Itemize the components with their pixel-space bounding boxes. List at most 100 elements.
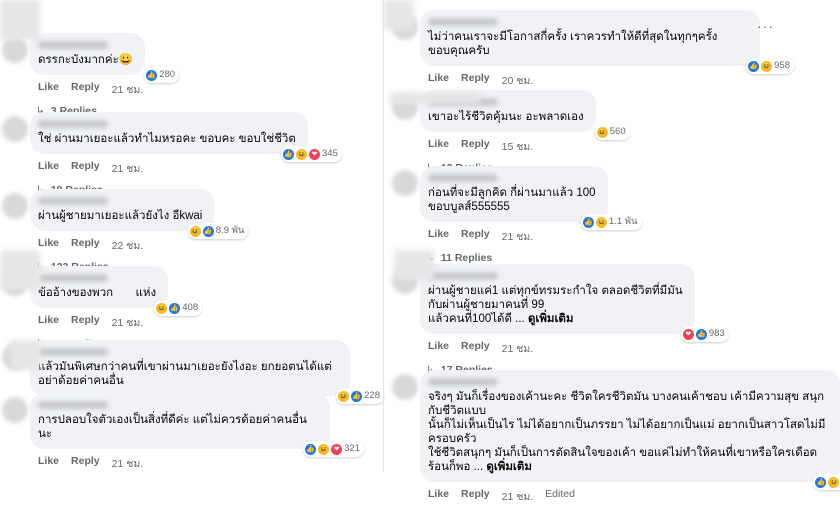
reaction-summary[interactable]: 👍😆1.5 พัน: [813, 474, 840, 490]
comment-bubble: ใช่ ผ่านมาเยอะแล้วทำไมหรอคะ ขอบคะ ขอบใช่…: [30, 112, 342, 162]
reaction-summary[interactable]: 👍 😆 1.1 พัน: [580, 214, 642, 230]
replies-count-label: 11 Replies: [440, 252, 493, 264]
comment-text: ผ่านผู้ชายมาเยอะแล้วยังไง อีkwai: [38, 210, 203, 222]
like-button[interactable]: Like: [38, 455, 59, 472]
commenter-name-blurred[interactable]: [38, 274, 108, 282]
comment-bubble: ดรรกะบังมากค่ะ😀 👍 280: [30, 33, 180, 83]
haha-reaction-icon: 😆: [338, 390, 350, 402]
like-button[interactable]: Like: [38, 314, 59, 331]
reaction-count: 408: [182, 302, 199, 313]
commenter-name-blurred[interactable]: [38, 197, 108, 205]
like-button[interactable]: Like: [428, 340, 449, 357]
haha-reaction-icon: 😆: [828, 476, 840, 488]
like-button[interactable]: Like: [38, 237, 59, 254]
comment-timestamp[interactable]: 20 ชม.: [502, 72, 534, 89]
reply-button[interactable]: Reply: [71, 455, 100, 472]
commenter-name-blurred[interactable]: [38, 348, 108, 356]
commenter-name-blurred[interactable]: [428, 272, 498, 280]
comment-text: ใช่ ผ่านมาเยอะแล้วทำไมหรอคะ ขอบคะ ขอบใช่…: [38, 133, 296, 145]
reaction-summary[interactable]: 👍 😆 ❤ 345: [281, 146, 342, 162]
comment-text: ไม่ว่าคนเราจะมีโอกาสกี่ครั้ง เราควรทำให้…: [428, 31, 721, 57]
comment: จริงๆ มันก็เรื่องของเค้านะคะ ชีวิตใครชีว…: [392, 370, 840, 505]
comment-timestamp[interactable]: 21 ชม.: [112, 160, 144, 177]
reaction-summary[interactable]: ❤ 👍 983: [680, 326, 729, 342]
commenter-avatar[interactable]: [2, 397, 28, 423]
reply-button[interactable]: Reply: [71, 237, 100, 254]
haha-reaction-icon: 😆: [761, 60, 773, 72]
comment-actions: Like Reply 15 ชม.: [420, 138, 760, 155]
reaction-summary[interactable]: 😆 👍 8.9 พัน: [187, 223, 249, 239]
reaction-count: 8.9 พัน: [215, 225, 245, 236]
comment-timestamp[interactable]: 21 ชม.: [112, 81, 144, 98]
reaction-summary[interactable]: 😆 👍 408: [154, 300, 203, 316]
comment-actions: Like Reply 21 ชม.: [420, 340, 760, 357]
reaction-summary[interactable]: 😆 560: [594, 124, 630, 140]
love-reaction-icon: ❤: [682, 328, 694, 340]
like-button[interactable]: Like: [428, 488, 449, 505]
like-reaction-icon: 👍: [305, 443, 317, 455]
love-reaction-icon: ❤: [331, 443, 343, 455]
like-button[interactable]: Like: [428, 228, 449, 245]
haha-reaction-icon: 😆: [189, 225, 201, 237]
comment-timestamp[interactable]: 21 ชม.: [112, 455, 144, 472]
commenter-name-blurred[interactable]: [38, 401, 108, 409]
comment-timestamp[interactable]: 21 ชม.: [112, 314, 144, 331]
comment-timestamp[interactable]: 22 ชม.: [112, 237, 144, 254]
reaction-summary[interactable]: 😆 👍 228: [336, 388, 384, 404]
reply-button[interactable]: Reply: [461, 138, 490, 155]
comment-text: เขาอะไร้ชีวิตคุ้มนะ อะพลาดเอง: [428, 111, 584, 123]
comment-actions: Like Reply 22 ชม.: [30, 237, 330, 254]
like-button[interactable]: Like: [38, 81, 59, 98]
comment: การปลอบใจตัวเองเป็นสิ่งที่ดีค่ะ แต่ไม่คว…: [2, 393, 364, 472]
comment-bubble: จริงๆ มันก็เรื่องของเค้านะคะ ชีวิตใครชีว…: [420, 370, 840, 490]
reaction-count: 958: [774, 60, 790, 71]
reaction-summary[interactable]: 👍 😆 958: [746, 58, 794, 74]
haha-reaction-icon: 😆: [596, 126, 608, 138]
commenter-avatar[interactable]: [2, 116, 28, 142]
reply-button[interactable]: Reply: [461, 340, 490, 357]
reply-button[interactable]: Reply: [71, 160, 100, 177]
comment-actions: Like Reply 20 ชม.: [420, 72, 760, 89]
comment: ใช่ ผ่านมาเยอะแล้วทำไมหรอคะ ขอบคะ ขอบใช่…: [2, 112, 342, 196]
like-reaction-icon: 👍: [169, 302, 181, 314]
comment-actions: Like Reply 21 ชม.: [420, 228, 760, 245]
view-replies-link[interactable]: ↳11 Replies: [420, 252, 760, 264]
commenter-avatar[interactable]: [392, 170, 418, 196]
commenter-avatar[interactable]: [2, 37, 28, 63]
commenter-avatar[interactable]: [392, 374, 418, 400]
see-more-link[interactable]: ดูเพิ่มเติม: [486, 461, 532, 473]
commenter-name-blurred[interactable]: [428, 18, 498, 26]
comment-timestamp[interactable]: 21 ชม.: [502, 488, 534, 505]
comment-bubble: ผ่านผู้ชายมาเยอะแล้วยังไง อีkwai 😆 👍 8.9 พั…: [30, 189, 249, 239]
comment-bubble: ไม่ว่าคนเราจะมีโอกาสกี่ครั้ง เราควรทำให้…: [420, 10, 794, 74]
like-button[interactable]: Like: [38, 160, 59, 177]
comment-timestamp[interactable]: 21 ชม.: [502, 228, 534, 245]
haha-reaction-icon: 😆: [595, 216, 607, 228]
commenter-name-blurred[interactable]: [428, 378, 498, 386]
commenter-avatar[interactable]: [2, 193, 28, 219]
comment-timestamp[interactable]: 15 ชม.: [502, 138, 534, 155]
see-more-link[interactable]: ดูเพิ่มเติม: [528, 313, 574, 325]
reply-button[interactable]: Reply: [461, 488, 490, 505]
comment: ก่อนที่จะมีลูกคิด กี่ผ่านมาแล้ว 100 ขอบบ…: [392, 166, 760, 264]
like-button[interactable]: Like: [428, 138, 449, 155]
comment: ผ่านผู้ชายมาเยอะแล้วยังไง อีkwai 😆 👍 8.9 พั…: [2, 189, 330, 273]
like-reaction-icon: 👍: [283, 148, 295, 160]
commenter-name-blurred[interactable]: [38, 120, 108, 128]
comment-text: ก่อนที่จะมีลูกคิด กี่ผ่านมาแล้ว 100 ขอบบ…: [428, 187, 596, 213]
reaction-summary[interactable]: 👍 280: [144, 67, 180, 83]
reply-button[interactable]: Reply: [461, 228, 490, 245]
privacy-blur: [10, 340, 40, 370]
like-button[interactable]: Like: [428, 72, 449, 89]
comment: ข้ออ้างของพวก แห่ง😆👍408LikeReply21 ชม.↳1…: [2, 266, 330, 350]
reply-button[interactable]: Reply: [71, 314, 100, 331]
reply-button[interactable]: Reply: [71, 81, 100, 98]
more-options-icon[interactable]: ···: [757, 18, 774, 34]
privacy-blur: [390, 92, 480, 104]
reaction-summary[interactable]: 👍 😆 ❤ 321: [303, 441, 364, 457]
privacy-blur: [0, 0, 40, 40]
commenter-name-blurred[interactable]: [428, 174, 498, 182]
commenter-name-blurred[interactable]: [38, 41, 108, 49]
comment-timestamp[interactable]: 21 ชม.: [502, 340, 534, 357]
reply-button[interactable]: Reply: [461, 72, 490, 89]
